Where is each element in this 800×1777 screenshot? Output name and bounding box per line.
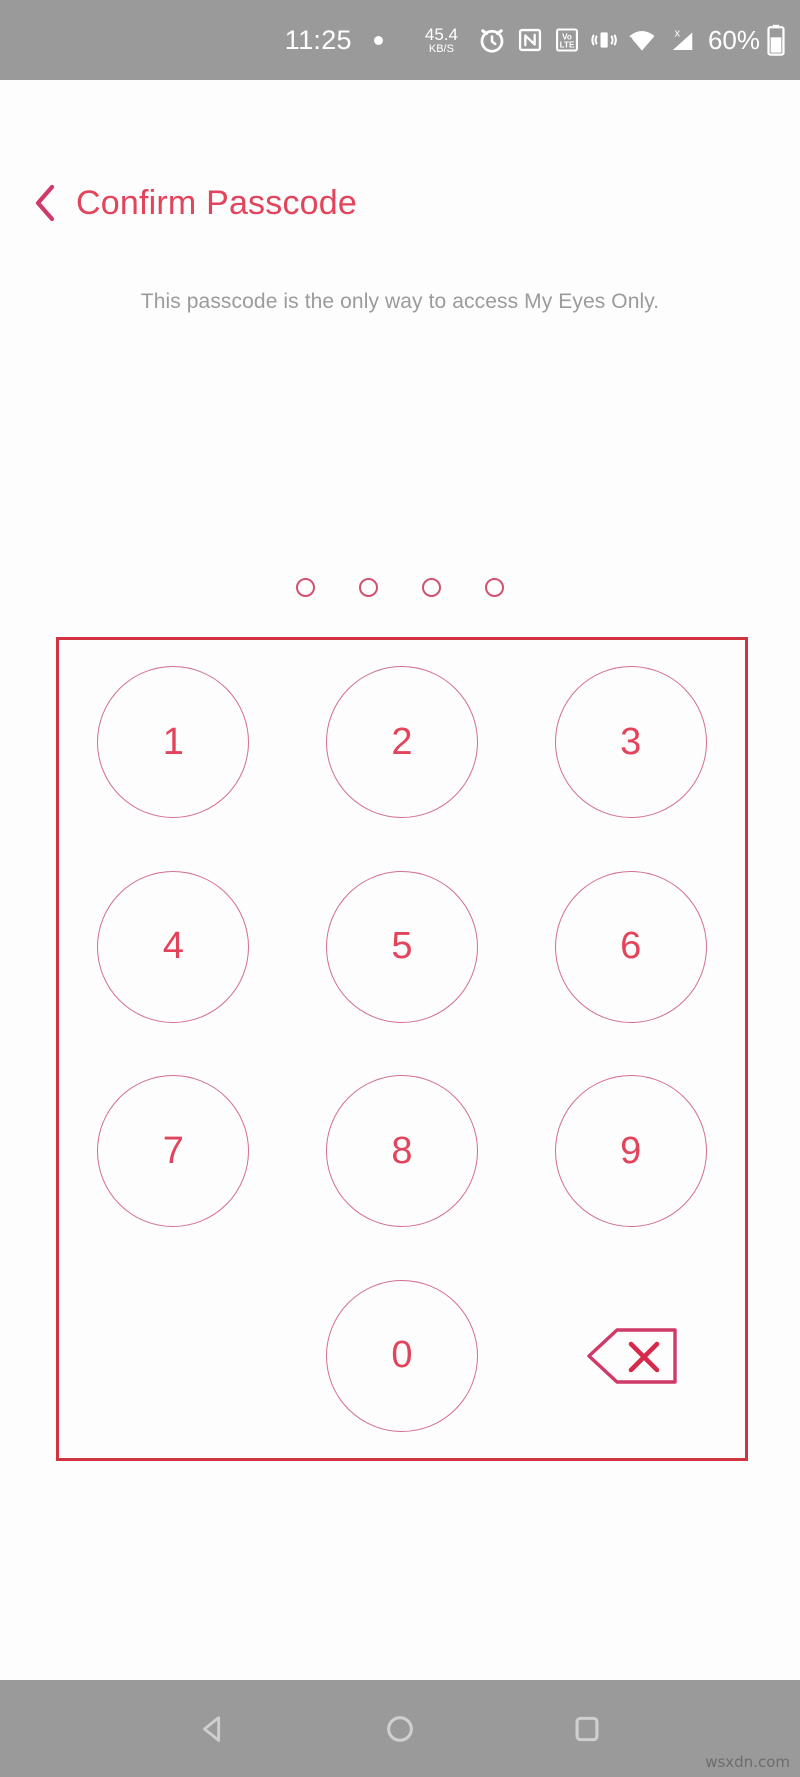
- site-watermark: wsxdn.com: [705, 1753, 790, 1771]
- backspace-icon: [586, 1328, 677, 1384]
- keypad-key-2[interactable]: 2: [325, 666, 478, 819]
- vibrate-icon: [590, 26, 618, 54]
- status-bar-clock: 11:25: [284, 24, 352, 55]
- nav-recents-icon[interactable]: [557, 1699, 617, 1759]
- alarm-clock-icon: [477, 25, 507, 55]
- status-bar-network-speed: 45.4 KB/S: [425, 26, 458, 55]
- page-header: Confirm Passcode: [30, 182, 357, 224]
- keypad-key-0[interactable]: 0: [325, 1279, 478, 1432]
- passcode-dot-3: [422, 578, 441, 597]
- keypad-key-4[interactable]: 4: [97, 870, 250, 1023]
- page-title: Confirm Passcode: [76, 183, 357, 222]
- status-bar-dot-indicator-icon: [373, 35, 383, 45]
- keypad-key-8[interactable]: 8: [325, 1075, 478, 1228]
- battery-percent-label: 60%: [707, 24, 760, 55]
- network-speed-unit: KB/S: [428, 42, 454, 55]
- svg-text:x: x: [674, 27, 680, 39]
- passcode-dot-2: [359, 578, 378, 597]
- passcode-dot-1: [296, 578, 315, 597]
- status-bar: 11:25 45.4 KB/S Vo LTE x 60%: [0, 0, 800, 80]
- cellular-signal-icon: x: [666, 25, 696, 55]
- network-speed-value: 45.4: [424, 24, 458, 44]
- keypad-key-6[interactable]: 6: [554, 870, 707, 1023]
- nav-back-icon[interactable]: [183, 1699, 243, 1759]
- keypad-key-1[interactable]: 1: [97, 666, 250, 819]
- volte-icon: Vo LTE: [553, 26, 581, 54]
- passcode-dot-4: [485, 578, 504, 597]
- chevron-left-icon[interactable]: [30, 182, 60, 224]
- keypad-key-blank: [97, 1280, 249, 1432]
- wifi-icon: [627, 25, 657, 55]
- keypad-key-7[interactable]: 7: [97, 1075, 250, 1228]
- numeric-keypad: 1 2 3 4 5 6 7 8 9 0: [56, 637, 748, 1461]
- keypad-key-backspace[interactable]: [555, 1280, 707, 1432]
- system-navigation-bar: wsxdn.com: [0, 1680, 800, 1777]
- keypad-key-9[interactable]: 9: [554, 1075, 707, 1228]
- svg-text:LTE: LTE: [560, 41, 575, 50]
- nav-home-icon[interactable]: [370, 1699, 430, 1759]
- passcode-description: This passcode is the only way to access …: [140, 290, 660, 313]
- passcode-indicator: [0, 578, 800, 597]
- keypad-key-5[interactable]: 5: [325, 870, 478, 1023]
- phone-screen: 11:25 45.4 KB/S Vo LTE x 60% Confirm Pas…: [0, 0, 800, 1777]
- nfc-icon: [516, 26, 544, 54]
- keypad-key-3[interactable]: 3: [554, 666, 707, 819]
- battery-icon: [766, 24, 786, 56]
